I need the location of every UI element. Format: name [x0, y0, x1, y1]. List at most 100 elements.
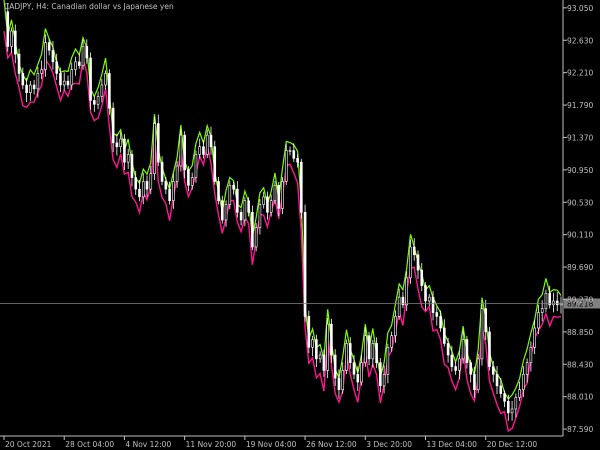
- candle-body: [518, 389, 521, 398]
- candle-body: [345, 343, 348, 371]
- candle-body: [284, 150, 288, 182]
- y-tick-label: 89.270: [567, 295, 593, 304]
- candle-body: [555, 300, 559, 306]
- candle-body: [424, 285, 427, 302]
- candle-body: [70, 69, 74, 86]
- candle-body: [224, 204, 228, 221]
- candle-body: [446, 343, 450, 356]
- x-tick-label: 3 Dec 20:00: [366, 440, 412, 449]
- candle-body: [220, 200, 224, 221]
- candle-body: [29, 84, 32, 94]
- candle-body: [540, 308, 544, 313]
- candle-body: [115, 142, 119, 148]
- y-tick-label: 88.850: [567, 328, 593, 337]
- candle-body: [337, 377, 341, 391]
- candle-body: [36, 73, 40, 90]
- candle-body: [277, 184, 281, 209]
- candle-body: [104, 73, 107, 86]
- candle-body: [266, 196, 269, 213]
- candle-body: [85, 46, 89, 59]
- candle-body: [254, 227, 258, 248]
- candle-body: [507, 400, 510, 414]
- candle-body: [258, 204, 262, 229]
- candle-body: [300, 161, 303, 213]
- candle-body: [382, 373, 386, 387]
- candle-body: [416, 254, 420, 271]
- candle-body: [394, 316, 397, 337]
- candle-body: [352, 362, 356, 375]
- y-tick-label: 91.370: [567, 133, 593, 142]
- candle-body: [32, 84, 36, 90]
- candle-body: [243, 200, 247, 221]
- candle-body: [13, 30, 17, 55]
- candle-body: [529, 346, 533, 364]
- candle-body: [435, 312, 439, 317]
- candle-body: [533, 327, 536, 348]
- candle-body: [431, 296, 435, 313]
- candle-body: [269, 200, 273, 213]
- candle-body: [172, 181, 175, 202]
- candle-body: [552, 300, 555, 306]
- candle-body: [183, 134, 186, 171]
- candle-body: [55, 61, 58, 74]
- candle-body: [126, 154, 130, 163]
- candle-body: [311, 339, 314, 348]
- candle-body: [454, 366, 457, 371]
- candle-body: [228, 184, 232, 205]
- candle-body: [522, 373, 525, 391]
- candles: [6, 2, 563, 421]
- candle-body: [25, 84, 28, 94]
- candle-body: [145, 181, 149, 190]
- candle-body: [77, 61, 81, 67]
- candle-body: [348, 343, 352, 364]
- candle-body: [134, 177, 138, 190]
- candle-body: [537, 312, 540, 329]
- candle-body: [232, 184, 235, 190]
- candle-body: [119, 138, 122, 148]
- candle-body: [209, 134, 213, 148]
- candle-body: [81, 46, 85, 67]
- candle-body: [356, 373, 360, 383]
- candle-body: [333, 354, 337, 379]
- candle-body: [326, 323, 329, 371]
- candle-body: [175, 165, 179, 182]
- candle-body: [322, 354, 326, 371]
- candle-body: [157, 123, 160, 163]
- candle-body: [96, 96, 100, 105]
- candle-body: [66, 80, 70, 86]
- candle-body: [469, 362, 472, 375]
- y-tick-label: 90.530: [567, 198, 593, 207]
- candle-body: [499, 385, 503, 394]
- price-chart[interactable]: 89.218 93.050 92.630 92.210 91.790 91.370 90.…: [0, 0, 600, 450]
- candle-body: [458, 358, 461, 371]
- candle-body: [21, 73, 25, 86]
- candle-body: [491, 366, 495, 375]
- candle-body: [251, 211, 254, 248]
- candle-body: [6, 11, 10, 47]
- candle-body: [341, 370, 345, 391]
- x-tick-label: 20 Dec 12:00: [487, 440, 538, 449]
- symbol-description: Canadian dollar vs Japanese yen: [51, 2, 174, 11]
- candle-body: [262, 196, 265, 205]
- candle-body: [450, 354, 454, 367]
- candle-body: [141, 181, 145, 198]
- y-tick-label: 87.590: [567, 425, 593, 434]
- candle-body: [213, 146, 217, 182]
- candle-body: [202, 146, 205, 155]
- candle-body: [318, 354, 322, 360]
- candle-body: [108, 73, 111, 109]
- y-tick-label: 88.430: [567, 360, 593, 369]
- x-tick-label: 28 Oct 04:00: [65, 440, 114, 449]
- candle-body: [544, 292, 548, 310]
- candle-body: [330, 323, 333, 356]
- candle-body: [303, 211, 307, 317]
- x-tick-label: 26 Nov 12:00: [306, 440, 357, 449]
- candle-body: [288, 150, 292, 152]
- x-tick-label: 19 Nov 04:00: [246, 440, 297, 449]
- candle-body: [363, 335, 367, 364]
- candle-body: [89, 57, 92, 101]
- candle-body: [273, 184, 277, 202]
- candle-body: [138, 188, 141, 198]
- candle-body: [100, 84, 104, 97]
- x-tick-label: 4 Nov 12:00: [125, 440, 171, 449]
